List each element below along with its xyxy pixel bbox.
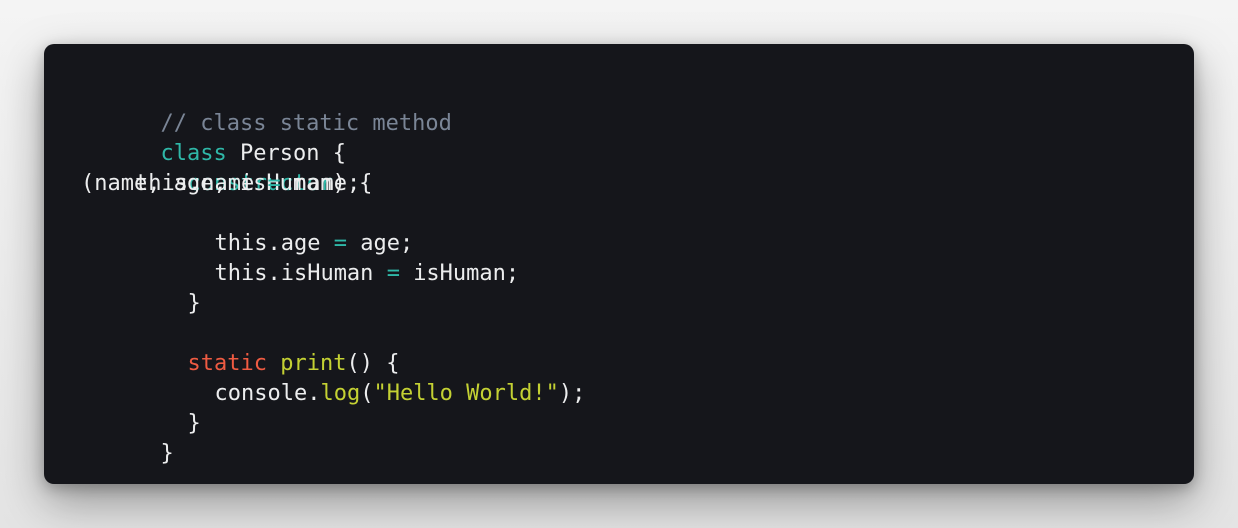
code-line-6: this.isHuman = isHuman; xyxy=(81,229,585,286)
code-line-11: } xyxy=(81,379,585,436)
code-line-3: constructor xyxy=(81,139,585,196)
code-line-1: // class static method xyxy=(81,79,585,136)
code-line-8-blank xyxy=(81,289,585,319)
assign-name-right: name; xyxy=(293,171,361,196)
code-line-12: } xyxy=(81,409,585,466)
class-brace-close: } xyxy=(160,441,174,466)
assign-name-statement: this.name = name; xyxy=(81,169,360,199)
code-card: // class static method class Person { co… xyxy=(44,44,1194,484)
assign-name-left: this.name xyxy=(135,171,255,196)
code-line-7: } xyxy=(81,259,585,316)
code-line-10: console.log("Hello World!"); xyxy=(81,349,585,406)
code-line-9: static print() { xyxy=(81,319,585,376)
code-line-4-overlap: (name, age, isHuman) { this.name = name; xyxy=(81,169,585,199)
code-line-2: class Person { xyxy=(81,109,585,166)
code-block: // class static method class Person { co… xyxy=(81,79,585,466)
assign-name-op: = xyxy=(267,171,281,196)
code-line-5: this.age = age; xyxy=(81,199,585,256)
